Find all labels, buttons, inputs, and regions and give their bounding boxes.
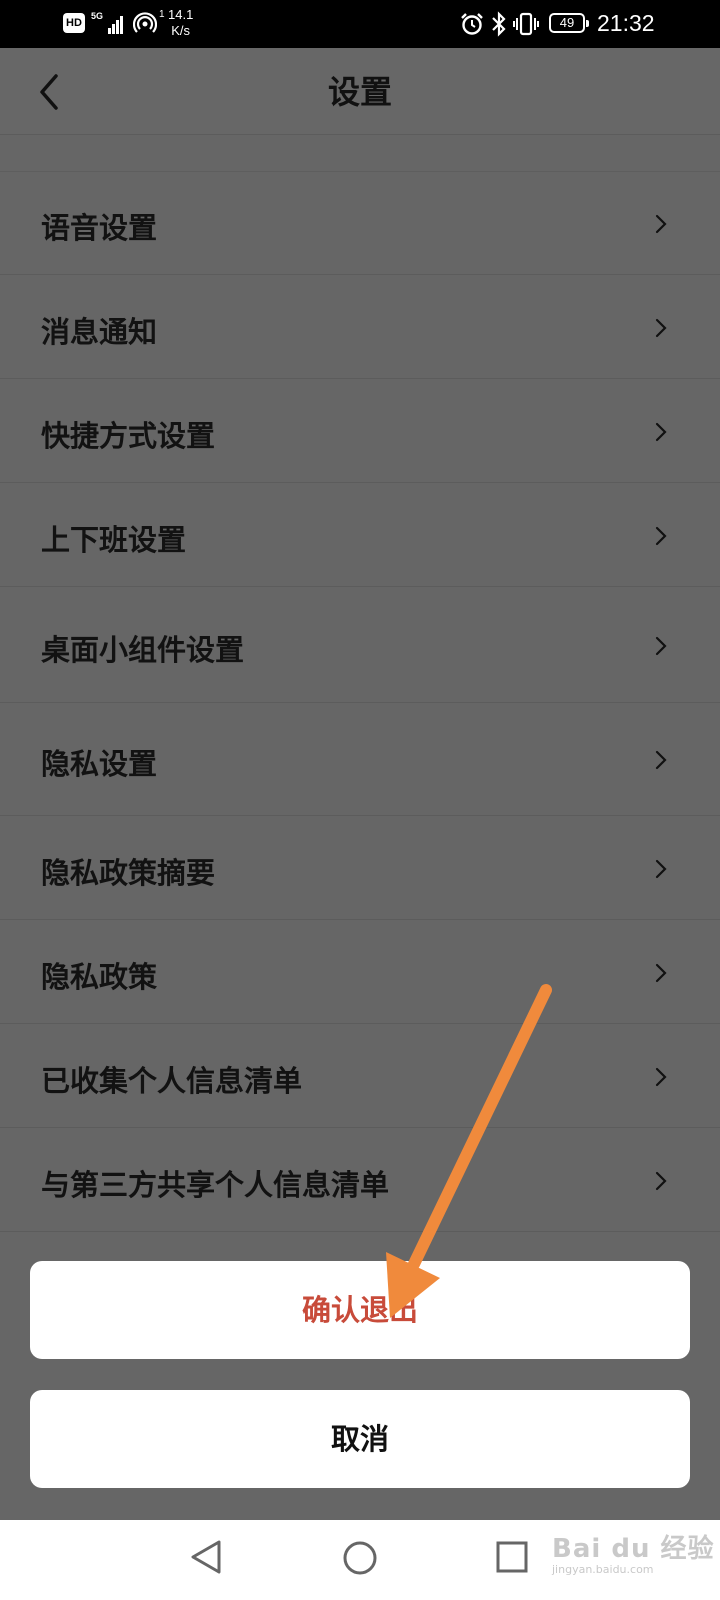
confirm-logout-button[interactable]: 确认退出 [30, 1261, 690, 1359]
settings-row[interactable]: 隐私政策 [0, 920, 720, 1024]
back-arrow-icon[interactable] [30, 70, 70, 114]
settings-row-label: 消息通知 [41, 315, 158, 349]
settings-row[interactable]: 隐私政策摘要 [0, 816, 720, 920]
settings-row[interactable]: 与第三方共享个人信息清单 [0, 1128, 720, 1232]
app-header: 设置 [0, 48, 720, 135]
settings-row-label: 语音设置 [41, 211, 158, 245]
nav-recents-icon[interactable] [495, 1540, 529, 1574]
settings-row-label: 桌面小组件设置 [41, 633, 245, 667]
chevron-right-icon [655, 859, 667, 879]
nav-home-icon[interactable] [342, 1540, 378, 1576]
settings-row-label: 隐私政策 [41, 960, 158, 994]
chevron-right-icon [655, 1171, 667, 1191]
settings-row[interactable]: 隐私设置 [0, 703, 720, 816]
settings-row-label: 与第三方共享个人信息清单 [41, 1168, 390, 1202]
hotspot-icon [133, 12, 157, 33]
signal-icon [108, 14, 128, 34]
battery-icon: 49 [549, 13, 589, 33]
watermark: Bai du 经验 jingyan.baidu.com [552, 1528, 715, 1576]
hotspot-count: 1 [159, 9, 165, 20]
settings-row-label: 隐私设置 [41, 747, 158, 781]
alarm-icon [461, 13, 483, 35]
chevron-right-icon [655, 636, 667, 656]
nav-back-icon[interactable] [189, 1538, 223, 1576]
status-bar: HD 5G 1 14.1 K/s 49 21:32 [0, 0, 720, 48]
partial-row [0, 134, 720, 172]
clock: 21:32 [597, 10, 655, 36]
chevron-right-icon [655, 318, 667, 338]
settings-row-label: 上下班设置 [41, 523, 187, 557]
chevron-right-icon [655, 214, 667, 234]
network-speed: 14.1 K/s [168, 7, 193, 39]
vibrate-icon [513, 12, 539, 36]
cancel-button[interactable]: 取消 [30, 1390, 690, 1488]
settings-row[interactable]: 已收集个人信息清单 [0, 1024, 720, 1128]
settings-row[interactable]: 上下班设置 [0, 483, 720, 587]
hd-icon: HD [63, 13, 85, 33]
settings-row[interactable]: 快捷方式设置 [0, 379, 720, 483]
speed-value: 14.1 [168, 7, 194, 22]
chevron-right-icon [655, 526, 667, 546]
watermark-logo: Bai du 经验 [552, 1534, 715, 1564]
settings-row-label: 快捷方式设置 [41, 419, 216, 453]
chevron-right-icon [655, 1067, 667, 1087]
chevron-right-icon [655, 422, 667, 442]
settings-row[interactable]: 语音设置 [0, 171, 720, 275]
settings-row[interactable]: 桌面小组件设置 [0, 587, 720, 703]
settings-row-label: 已收集个人信息清单 [41, 1064, 303, 1098]
settings-row[interactable]: 消息通知 [0, 275, 720, 379]
chevron-right-icon [655, 750, 667, 770]
chevron-right-icon [655, 963, 667, 983]
settings-row-label: 隐私政策摘要 [41, 856, 216, 890]
bluetooth-icon [492, 11, 506, 37]
page-title: 设置 [327, 73, 392, 111]
speed-unit: K/s [171, 23, 191, 38]
network-type-label: 5G [91, 11, 104, 21]
